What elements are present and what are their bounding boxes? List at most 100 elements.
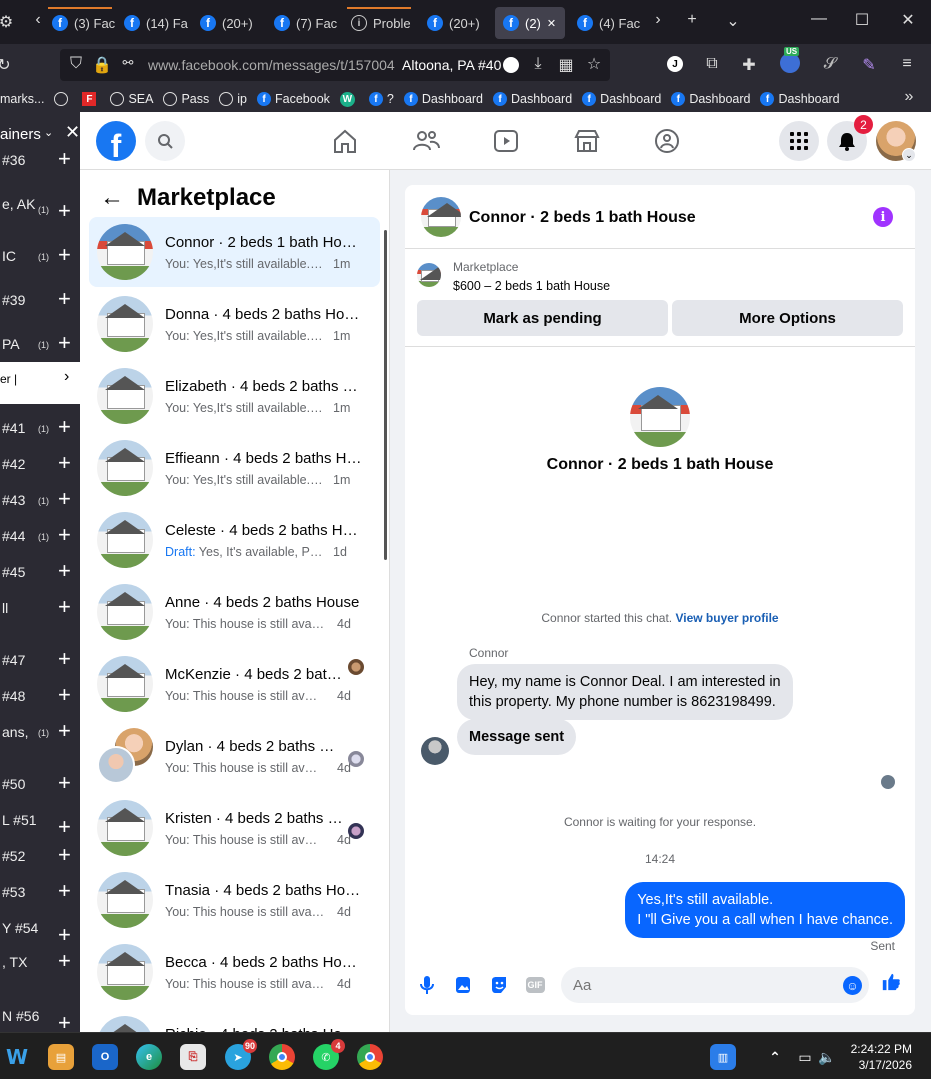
feather-extension-icon[interactable]: 𝓢 xyxy=(818,55,842,73)
conversation-item[interactable]: Effieann · 4 beds 2 baths House You: Yes,… xyxy=(89,433,380,503)
add-container-plus-icon[interactable]: + xyxy=(58,486,71,512)
whatsapp-icon[interactable]: ✆ 4 xyxy=(313,1039,345,1070)
bookmark-item[interactable]: f Dashboard xyxy=(671,92,750,106)
bookmark-item[interactable]: F xyxy=(82,92,100,106)
close-tab-icon[interactable]: ✕ xyxy=(547,17,556,30)
add-container-plus-icon[interactable]: + xyxy=(58,814,71,840)
lock-icon[interactable]: 🔒 xyxy=(90,55,114,75)
browser-tab[interactable]: f (14) Fa xyxy=(116,7,188,39)
reload-icon[interactable]: ↻ xyxy=(0,55,16,75)
add-container-plus-icon[interactable]: + xyxy=(58,1010,71,1032)
home-icon[interactable] xyxy=(330,126,360,156)
conversation-scrollbar[interactable] xyxy=(384,230,387,560)
sender-avatar[interactable] xyxy=(421,737,449,765)
close-sidebar-icon[interactable]: ✕ xyxy=(65,122,80,143)
widgets-icon[interactable]: 𝗪 xyxy=(4,1044,30,1070)
telegram-icon[interactable]: ➤ 90 xyxy=(225,1039,257,1070)
browser-tab[interactable]: i Proble xyxy=(343,7,415,39)
browser-tab[interactable]: f (2) ✕ xyxy=(495,7,565,39)
add-container-plus-icon[interactable]: + xyxy=(58,646,71,672)
listing-price[interactable]: $600 – 2 beds 1 bath House xyxy=(453,279,610,293)
gif-icon[interactable]: GIF xyxy=(525,975,545,995)
bookmark-item[interactable]: W xyxy=(339,91,359,107)
thumbs-up-icon[interactable] xyxy=(881,972,901,992)
bookmark-item[interactable]: f Dashboard xyxy=(582,92,661,106)
header-chevron-icon[interactable]: ⌄ xyxy=(44,126,53,139)
add-container-plus-icon[interactable]: + xyxy=(58,242,71,268)
add-container-plus-icon[interactable]: + xyxy=(58,146,71,172)
sticker-icon[interactable] xyxy=(489,975,509,995)
browser-tab[interactable]: f (4) Fac xyxy=(569,7,641,39)
bookmark-item[interactable]: f Dashboard xyxy=(760,92,840,106)
mark-as-pending-button[interactable]: Mark as pending xyxy=(417,300,668,336)
microphone-icon[interactable] xyxy=(417,975,437,995)
conversation-item[interactable]: Celeste · 4 beds 2 baths House Draft: Yes… xyxy=(89,505,380,575)
bookmark-item[interactable]: SEA xyxy=(110,92,153,106)
info-icon[interactable]: i xyxy=(873,207,893,227)
conversation-item[interactable]: Richie · 4 beds 2 baths House xyxy=(89,1009,380,1032)
app-icon[interactable]: ⎘ xyxy=(180,1044,206,1070)
add-container-plus-icon[interactable]: + xyxy=(58,770,71,796)
message-input[interactable] xyxy=(561,967,869,1003)
friends-icon[interactable] xyxy=(411,126,441,156)
add-container-plus-icon[interactable]: + xyxy=(58,286,71,312)
add-container-plus-icon[interactable]: + xyxy=(58,198,71,224)
chat-header-thumbnail[interactable] xyxy=(421,197,461,237)
add-container-plus-icon[interactable]: + xyxy=(58,594,71,620)
bookmark-item[interactable]: f Facebook xyxy=(257,92,330,106)
chrome-profile-icon[interactable] xyxy=(357,1044,383,1070)
chrome-icon[interactable] xyxy=(269,1044,295,1070)
maximize-icon[interactable]: ☐ xyxy=(847,10,877,30)
listing-thumbnail[interactable] xyxy=(417,263,441,287)
qr-code-icon[interactable]: ▦ xyxy=(554,55,578,75)
browser-tab[interactable]: f (20+) xyxy=(192,7,264,39)
add-container-plus-icon[interactable]: + xyxy=(58,948,71,974)
chat-title[interactable]: Connor · 2 beds 1 bath House xyxy=(469,209,696,227)
photo-icon[interactable] xyxy=(453,975,473,995)
video-icon[interactable] xyxy=(491,126,521,156)
url-bar[interactable]: ⛉ 🔒 ⚯ www.facebook.com/messages/t/157004… xyxy=(60,49,610,81)
emoji-icon[interactable]: ☺ xyxy=(843,976,862,995)
browser-tab[interactable]: f (3) Fac xyxy=(44,7,116,39)
add-container-plus-icon[interactable]: + xyxy=(58,718,71,744)
bookmark-star-icon[interactable]: ☆ xyxy=(582,54,606,74)
add-container-plus-icon[interactable]: + xyxy=(58,522,71,548)
browser-tab[interactable]: f (7) Fac xyxy=(266,7,338,39)
container-search-input[interactable]: er | › xyxy=(0,362,80,404)
download-icon[interactable]: ⤓ xyxy=(526,55,550,73)
minimize-icon[interactable]: — xyxy=(804,10,834,28)
extensions-puzzle-icon[interactable]: ⧉ xyxy=(700,55,724,73)
shield-icon[interactable]: ⛉ xyxy=(64,55,88,73)
tray-chevron-up-icon[interactable]: ⌃ xyxy=(762,1044,788,1070)
conversation-item[interactable]: McKenzie · 4 beds 2 baths House You: This… xyxy=(89,649,380,719)
add-container-plus-icon[interactable]: + xyxy=(58,842,71,868)
grid-extension-icon[interactable]: ✚ xyxy=(737,55,761,75)
close-window-icon[interactable]: ✕ xyxy=(893,10,923,30)
groups-icon[interactable] xyxy=(652,126,682,156)
add-container-plus-icon[interactable]: + xyxy=(58,450,71,476)
conversation-item[interactable]: Dylan · 4 beds 2 baths House You: This ho… xyxy=(89,721,380,791)
view-buyer-profile-link[interactable]: View buyer profile xyxy=(675,611,778,625)
bookmarks-overflow-icon[interactable]: » xyxy=(897,88,921,106)
new-tab-plus-icon[interactable]: + xyxy=(680,11,704,29)
conversation-item[interactable]: Becca · 4 beds 2 baths House You: This ho… xyxy=(89,937,380,1007)
bookmark-item[interactable]: marks... xyxy=(0,92,44,106)
url-text[interactable]: www.facebook.com/messages/t/157004 xyxy=(148,57,395,73)
outgoing-message[interactable]: Yes,It's still available. I "ll Give you… xyxy=(625,882,905,938)
menu-hamburger-icon[interactable]: ≡ xyxy=(895,55,919,73)
facebook-logo-icon[interactable]: f xyxy=(96,121,136,161)
outlook-icon[interactable]: O xyxy=(92,1044,118,1070)
quill-extension-icon[interactable]: ✎ xyxy=(857,55,881,75)
search-button[interactable] xyxy=(145,121,185,161)
marketplace-icon[interactable] xyxy=(572,126,602,156)
back-arrow-icon[interactable]: ← xyxy=(100,184,124,212)
conversation-item[interactable]: Donna · 4 beds 2 baths House You: Yes,It'… xyxy=(89,289,380,359)
add-container-plus-icon[interactable]: + xyxy=(58,922,71,948)
add-container-plus-icon[interactable]: + xyxy=(58,558,71,584)
bookmark-item[interactable]: f Dashboard xyxy=(403,92,483,106)
taskview-icon[interactable]: ▥ xyxy=(710,1044,736,1070)
volume-icon[interactable]: 🔈 xyxy=(814,1044,840,1070)
browser-tab[interactable]: f (20+) xyxy=(419,7,491,39)
bookmark-item[interactable]: ip xyxy=(219,92,247,106)
tab-list-chevron-icon[interactable]: ⌄ xyxy=(721,11,745,31)
